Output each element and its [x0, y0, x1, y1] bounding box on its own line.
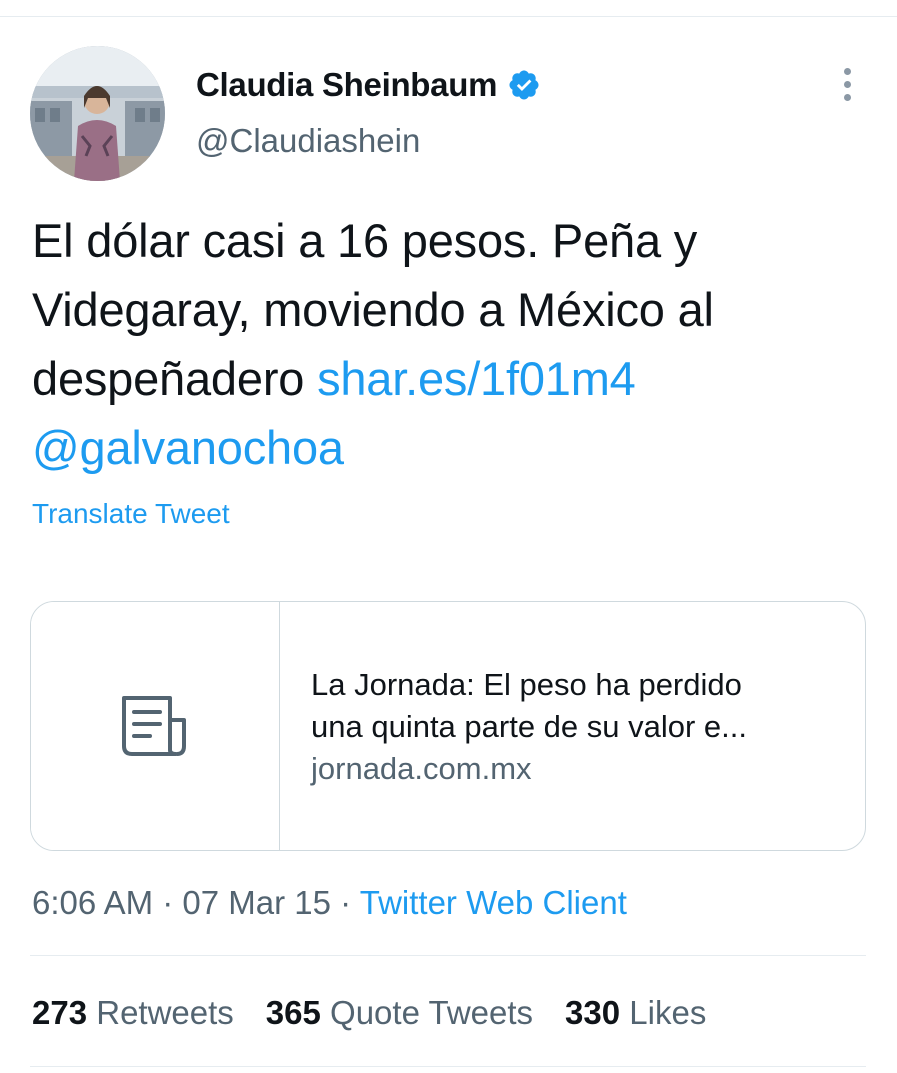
- likes-label: Likes: [629, 994, 707, 1031]
- card-title-line: una quinta parte de su valor e...: [311, 709, 748, 744]
- tweet-text-line: despeñadero shar.es/1f01m4: [32, 344, 872, 413]
- translate-tweet-link[interactable]: Translate Tweet: [32, 498, 230, 530]
- meta-separator: ·: [331, 884, 360, 921]
- article-icon: [122, 696, 186, 756]
- tweet-source[interactable]: Twitter Web Client: [360, 884, 627, 921]
- quote-tweets-count: 365: [265, 994, 321, 1031]
- tweet-time[interactable]: 6:06 AM: [32, 884, 153, 921]
- tweet-stats: 273 Retweets 365 Quote Tweets 330 Likes: [32, 994, 738, 1032]
- tweet-date[interactable]: 07 Mar 15: [182, 884, 331, 921]
- stats-bottom-divider: [30, 1066, 866, 1067]
- link-preview-card[interactable]: La Jornada: El peso ha perdido una quint…: [30, 601, 866, 851]
- author-row: Claudia Sheinbaum: [196, 66, 541, 104]
- card-text: La Jornada: El peso ha perdido una quint…: [311, 664, 841, 790]
- avatar-photo: [30, 46, 165, 181]
- more-options-icon[interactable]: [838, 68, 856, 106]
- avatar[interactable]: [30, 46, 165, 181]
- meta-separator: ·: [153, 884, 183, 921]
- retweets-count: 273: [32, 994, 88, 1031]
- quote-tweets-label: Quote Tweets: [330, 994, 534, 1031]
- tweet-link[interactable]: shar.es/1f01m4: [317, 352, 636, 405]
- author-name[interactable]: Claudia Sheinbaum: [196, 66, 497, 104]
- card-thumbnail: [31, 602, 280, 850]
- card-domain: jornada.com.mx: [311, 751, 532, 786]
- retweets-stat[interactable]: 273 Retweets: [32, 994, 234, 1032]
- stats-top-divider: [30, 955, 866, 956]
- tweet-text: El dólar casi a 16 pesos. Peña y Videgar…: [32, 206, 872, 482]
- tweet-text-line: El dólar casi a 16 pesos. Peña y: [32, 214, 698, 267]
- verified-badge-icon: [509, 70, 539, 100]
- quote-tweets-stat[interactable]: 365 Quote Tweets: [266, 994, 533, 1032]
- tweet-meta: 6:06 AM · 07 Mar 15 · Twitter Web Client: [32, 884, 627, 922]
- tweet-text-segment: despeñadero: [32, 352, 318, 405]
- tweet-mention[interactable]: @galvanochoa: [32, 413, 872, 482]
- likes-count: 330: [565, 994, 621, 1031]
- tweet-text-line: Videgaray, moviendo a México al: [32, 283, 714, 336]
- card-title-line: La Jornada: El peso ha perdido: [311, 667, 742, 702]
- author-handle[interactable]: @Claudiashein: [196, 122, 420, 160]
- retweets-label: Retweets: [96, 994, 234, 1031]
- likes-stat[interactable]: 330 Likes: [565, 994, 706, 1032]
- top-divider: [0, 16, 897, 17]
